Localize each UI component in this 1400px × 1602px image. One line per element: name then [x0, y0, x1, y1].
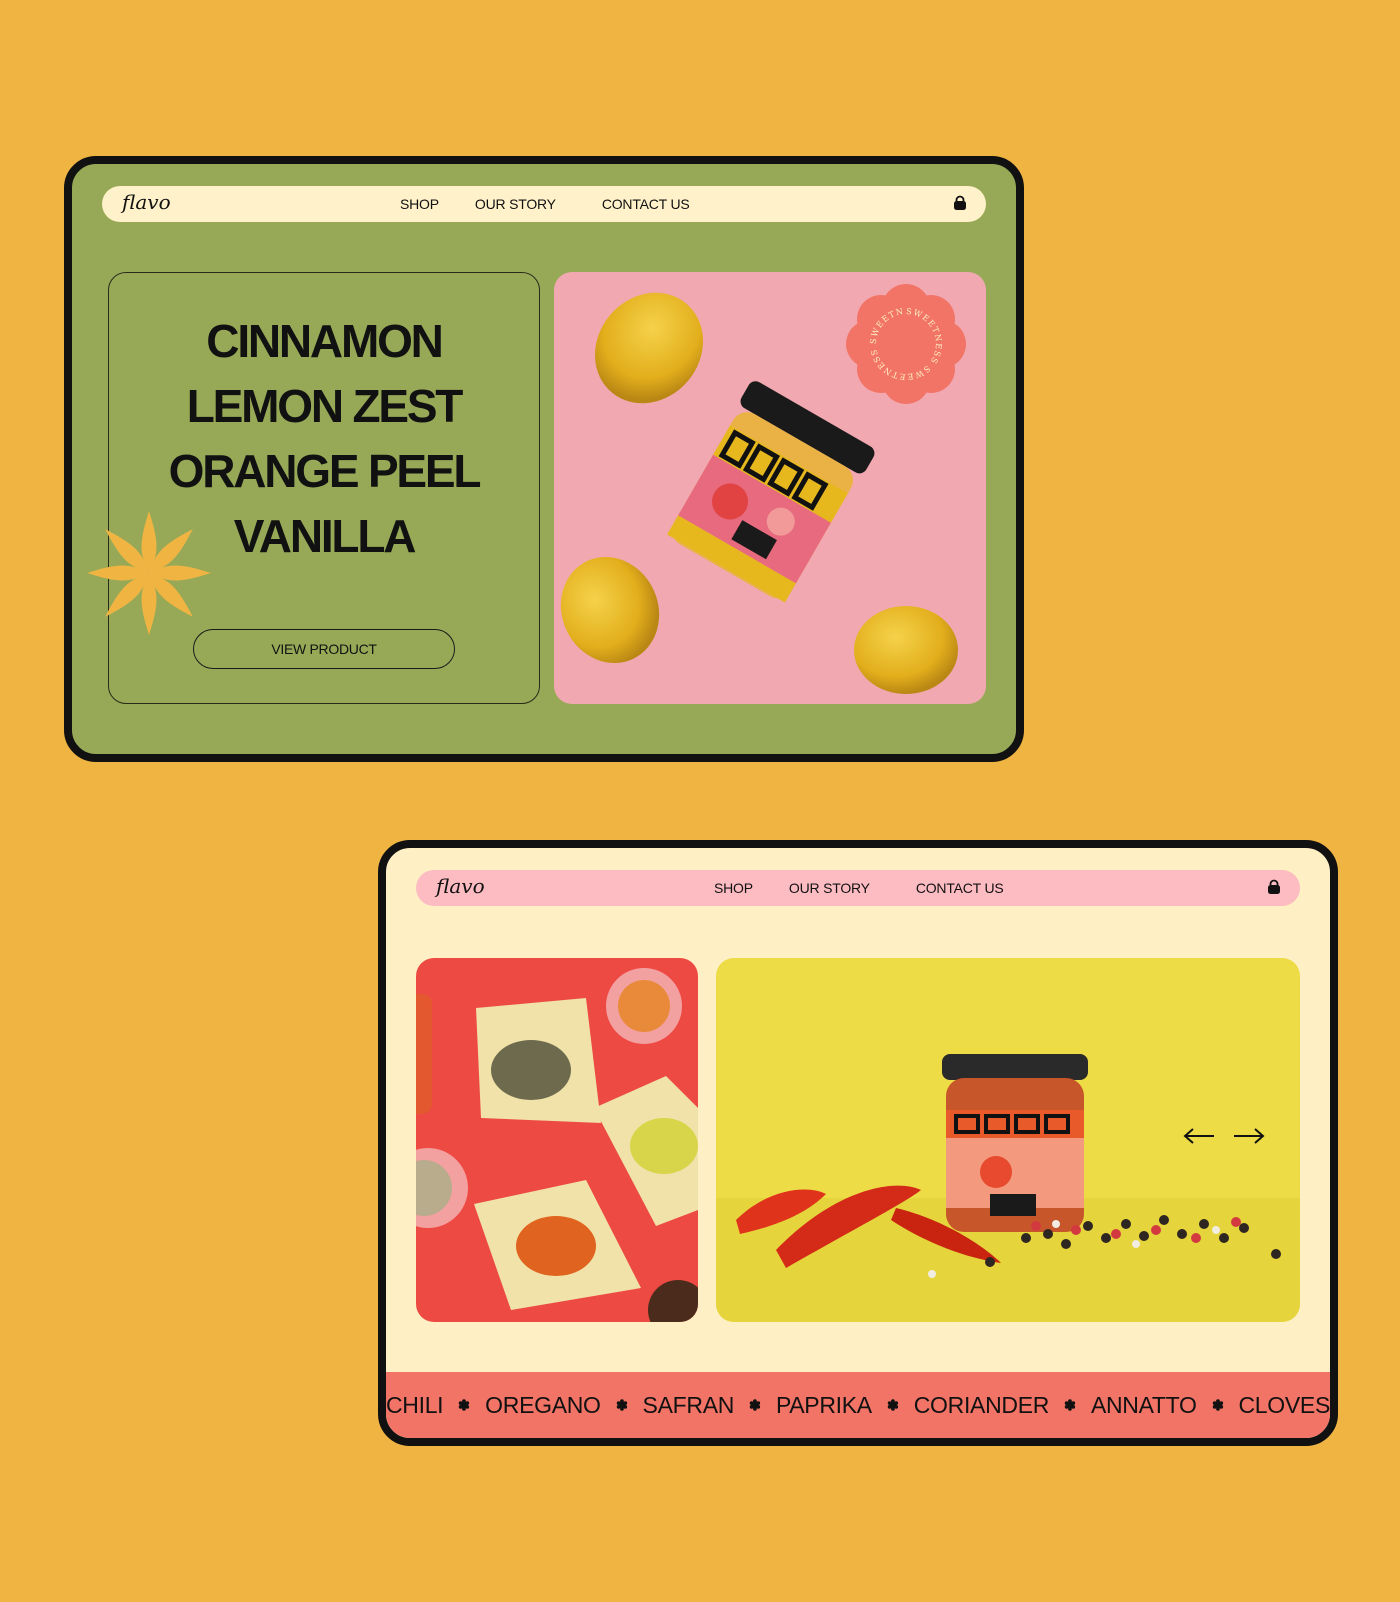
- spice-jar: [942, 1054, 1088, 1232]
- asterisk-icon: [749, 1399, 761, 1411]
- lemon: [854, 606, 958, 694]
- ticker-item[interactable]: PAPRIKA: [776, 1392, 872, 1419]
- arrow-right-icon[interactable]: [1232, 1126, 1266, 1146]
- spice-ticker: CHILI OREGANO SAFRAN PAPRIKA CORIANDER A…: [386, 1372, 1330, 1438]
- spice-jar: [667, 381, 875, 603]
- nav-shop-link[interactable]: SHOP: [400, 196, 439, 212]
- nav-contact-link[interactable]: CONTACT US: [916, 880, 1004, 896]
- flavor-name: CINNAMON: [206, 315, 444, 367]
- flavor-card: CINNAMON LEMON ZEST ORANGE PEEL VANILLA …: [108, 272, 540, 704]
- flavor-name: LEMON ZEST: [186, 380, 464, 432]
- top-nav: flavo SHOP OUR STORY CONTACT US: [102, 186, 986, 222]
- nav-links: SHOP OUR STORY CONTACT US: [400, 196, 690, 212]
- spices-photo: [416, 958, 698, 1322]
- shopping-bag-icon[interactable]: [1266, 879, 1282, 895]
- asterisk-icon: [1212, 1399, 1223, 1411]
- lemon: [560, 557, 660, 663]
- asterisk-icon: [887, 1399, 898, 1411]
- nav-our-story-link[interactable]: OUR STORY: [789, 880, 870, 896]
- sweetness-badge: SWEETNESS SWEETNESS SWEETNESS: [846, 284, 966, 404]
- asterisk-icon: [459, 1399, 470, 1411]
- ticker-item[interactable]: CLOVES: [1239, 1392, 1331, 1419]
- shopping-bag-icon[interactable]: [952, 195, 968, 211]
- nav-our-story-link[interactable]: OUR STORY: [475, 196, 556, 212]
- nav-shop-link[interactable]: SHOP: [714, 880, 753, 896]
- brand-logo[interactable]: flavo: [122, 190, 171, 214]
- flavor-name: ORANGE PEEL: [168, 445, 482, 497]
- brand-logo[interactable]: flavo: [436, 874, 485, 898]
- asterisk-icon: [616, 1399, 627, 1411]
- arrow-left-icon[interactable]: [1182, 1126, 1216, 1146]
- ticker-item[interactable]: OREGANO: [485, 1392, 601, 1419]
- asterisk-icon: [1064, 1399, 1076, 1411]
- nav-contact-link[interactable]: CONTACT US: [602, 196, 690, 212]
- product-photo-lemons: SWEETNESS SWEETNESS SWEETNESS: [554, 272, 986, 704]
- spices-illustration: [416, 968, 698, 1322]
- lemon: [594, 292, 704, 404]
- top-nav: flavo SHOP OUR STORY CONTACT US: [416, 870, 1300, 906]
- ticker-item[interactable]: CORIANDER: [914, 1392, 1050, 1419]
- chili-jar-photo: [716, 958, 1300, 1322]
- landing-screen-cream: flavo SHOP OUR STORY CONTACT US CHILI OR…: [378, 840, 1338, 1446]
- view-product-button[interactable]: VIEW PRODUCT: [193, 629, 455, 669]
- ticker-item[interactable]: SAFRAN: [643, 1392, 735, 1419]
- ticker-item[interactable]: CHILI: [386, 1392, 444, 1419]
- flower-icon: [87, 511, 211, 635]
- ticker-item[interactable]: ANNATTO: [1091, 1392, 1197, 1419]
- nav-links: SHOP OUR STORY CONTACT US: [714, 880, 1004, 896]
- landing-screen-green: flavo SHOP OUR STORY CONTACT US CINNAMON…: [64, 156, 1024, 762]
- product-photo-illustration: SWEETNESS SWEETNESS SWEETNESS: [560, 284, 966, 694]
